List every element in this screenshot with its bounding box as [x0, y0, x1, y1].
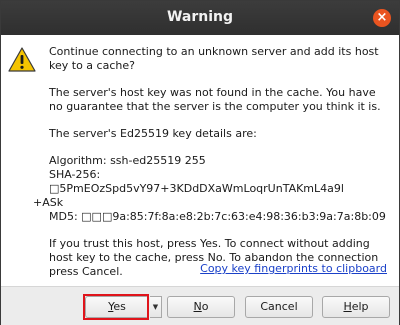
help-mnemonic: H	[343, 300, 352, 313]
yes-button[interactable]: Yes	[85, 296, 149, 318]
prompt-text: Continue connecting to an unknown server…	[49, 45, 379, 72]
key-details-heading: The server's Ed25519 key details are:	[49, 127, 257, 140]
host-key-warning-text: The server's host key was not found in t…	[49, 86, 381, 113]
help-button[interactable]: Help	[322, 296, 390, 318]
cancel-button[interactable]: Cancel	[245, 296, 313, 318]
md5-value: MD5: □□□9a:85:7f:8a:e8:2b:7c:63:e4:98:36…	[49, 210, 386, 223]
key-details: Algorithm: ssh-ed25519 255 SHA-256: □5Pm…	[33, 154, 391, 224]
no-mnemonic: N	[193, 300, 202, 313]
sha256-continuation: +ASk	[33, 196, 64, 209]
message-body: Continue connecting to an unknown server…	[33, 45, 391, 292]
chevron-down-icon: ▼	[152, 303, 159, 311]
no-button[interactable]: No	[167, 296, 235, 318]
copy-fingerprints-link[interactable]: Copy key fingerprints to clipboard	[200, 262, 387, 275]
yes-dropdown-button[interactable]: ▼	[150, 296, 162, 318]
title-bar[interactable]: Warning ×	[1, 1, 399, 35]
algorithm-value: Algorithm: ssh-ed25519 255	[49, 154, 206, 167]
warning-dialog: Warning × Continue connecting to an unkn…	[0, 0, 400, 325]
warning-triangle-icon	[8, 47, 36, 72]
no-label-rest: o	[201, 300, 209, 313]
button-bar: Yes ▼ No Cancel Help	[1, 286, 399, 325]
sha256-value: SHA-256: □5PmEOzSpd5vY97+3KDdDXaWmLoqrUn…	[49, 168, 344, 195]
help-label-rest: elp	[351, 300, 369, 313]
close-icon[interactable]: ×	[373, 9, 391, 27]
yes-label-rest: es	[113, 300, 126, 313]
dialog-title: Warning	[166, 9, 234, 25]
